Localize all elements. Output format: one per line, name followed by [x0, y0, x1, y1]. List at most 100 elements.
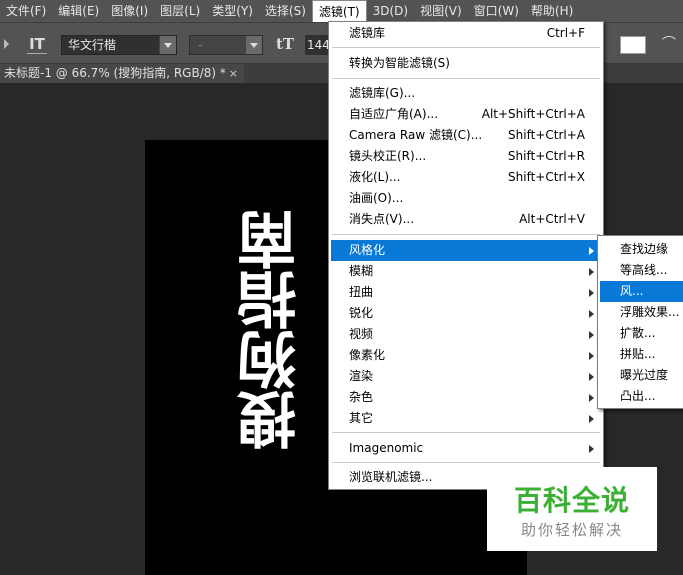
menu-item-shortcut: Shift+Ctrl+X — [508, 170, 585, 184]
menu-view[interactable]: 视图(V) — [414, 0, 468, 22]
submenu-arrow-icon — [589, 310, 594, 318]
stylize-submenu: 查找边缘 等高线... 风... 浮雕效果... 扩散... 拼贴... 曝光过… — [597, 235, 683, 409]
chevron-down-icon[interactable] — [159, 36, 176, 54]
menu-item-filter-gallery[interactable]: 滤镜库(G)... — [331, 83, 601, 104]
menu-3d[interactable]: 3D(D) — [367, 0, 414, 22]
font-family-select[interactable]: 华文行楷 — [61, 35, 177, 55]
menu-bar: 文件(F) 编辑(E) 图像(I) 图层(L) 类型(Y) 选择(S) 滤镜(T… — [0, 0, 683, 22]
menu-file[interactable]: 文件(F) — [0, 0, 52, 22]
menu-image[interactable]: 图像(I) — [105, 0, 154, 22]
submenu-arrow-icon — [589, 331, 594, 339]
menu-separator — [332, 234, 600, 235]
font-family-value: 华文行楷 — [68, 38, 117, 52]
submenu-item-trace-contour[interactable]: 等高线... — [600, 260, 683, 281]
submenu-arrow-icon — [589, 415, 594, 423]
menu-item-oil-paint[interactable]: 油画(O)... — [331, 188, 601, 209]
menu-edit[interactable]: 编辑(E) — [52, 0, 105, 22]
menu-item-other[interactable]: 其它 — [331, 408, 601, 429]
menu-item-stylize[interactable]: 风格化 — [331, 240, 601, 261]
menu-item-label: 锐化 — [349, 306, 374, 320]
menu-item-filter-gallery-last[interactable]: 滤镜库 Ctrl+F — [331, 23, 601, 44]
submenu-item-emboss[interactable]: 浮雕效果... — [600, 302, 683, 323]
menu-item-blur[interactable]: 模糊 — [331, 261, 601, 282]
submenu-arrow-icon — [589, 445, 594, 453]
menu-item-label: 液化(L)... — [349, 170, 401, 184]
menu-item-video[interactable]: 视频 — [331, 324, 601, 345]
menu-item-vanishing-point[interactable]: 消失点(V)... Alt+Ctrl+V — [331, 209, 601, 230]
menu-item-distort[interactable]: 扭曲 — [331, 282, 601, 303]
submenu-item-extrude[interactable]: 凸出... — [600, 386, 683, 407]
submenu-arrow-icon — [589, 289, 594, 297]
text-orientation-icon[interactable]: IT — [27, 34, 47, 54]
menu-item-imagenomic[interactable]: Imagenomic — [331, 438, 601, 459]
chevron-down-icon[interactable] — [245, 36, 262, 54]
font-size-input[interactable]: 144 — [305, 35, 330, 55]
watermark-subtitle: 助你轻松解决 — [520, 521, 623, 539]
menu-item-label: 风格化 — [349, 243, 386, 257]
submenu-arrow-icon — [589, 394, 594, 402]
menu-item-sharpen[interactable]: 锐化 — [331, 303, 601, 324]
close-icon[interactable]: × — [229, 64, 238, 83]
menu-item-shortcut: Ctrl+F — [546, 26, 585, 40]
menu-filter[interactable]: 滤镜(T) — [311, 0, 367, 22]
menu-item-adaptive-wide-angle[interactable]: 自适应广角(A)... Alt+Shift+Ctrl+A — [331, 104, 601, 125]
menu-layer[interactable]: 图层(L) — [154, 0, 206, 22]
menu-item-label: 转换为智能滤镜(S) — [349, 56, 450, 70]
menu-item-label: 模糊 — [349, 264, 374, 278]
menu-item-label: 像素化 — [349, 348, 386, 362]
menu-item-label: 视频 — [349, 327, 374, 341]
menu-item-label: 油画(O)... — [349, 191, 404, 205]
menu-item-label: 消失点(V)... — [349, 212, 415, 226]
menu-item-label: 自适应广角(A)... — [349, 107, 439, 121]
menu-select[interactable]: 选择(S) — [259, 0, 312, 22]
font-style-select[interactable]: - — [189, 35, 263, 55]
submenu-arrow-icon — [589, 268, 594, 276]
menu-item-label: 扭曲 — [349, 285, 374, 299]
watermark-title: 百科全说 — [513, 484, 630, 517]
menu-item-shortcut: Alt+Ctrl+V — [519, 212, 585, 226]
menu-item-label: Camera Raw 滤镜(C)... — [349, 128, 483, 142]
menu-separator — [332, 47, 600, 48]
menu-type[interactable]: 类型(Y) — [206, 0, 259, 22]
menu-help[interactable]: 帮助(H) — [525, 0, 579, 22]
menu-separator — [332, 78, 600, 79]
document-tab[interactable]: 未标题-1 @ 66.7% (搜狗指南, RGB/8) * × — [0, 64, 244, 83]
menu-item-render[interactable]: 渲染 — [331, 366, 601, 387]
font-style-value: - — [198, 38, 203, 52]
submenu-item-tiles[interactable]: 拼贴... — [600, 344, 683, 365]
menu-item-label: 滤镜库(G)... — [349, 86, 416, 100]
document-tab-title: 未标题-1 @ 66.7% (搜狗指南, RGB/8) * — [4, 66, 226, 80]
menu-item-pixelate[interactable]: 像素化 — [331, 345, 601, 366]
canvas-vertical-text: 搜狗指南 — [237, 210, 307, 450]
menu-item-shortcut: Shift+Ctrl+R — [507, 149, 585, 163]
text-color-swatch[interactable] — [620, 36, 646, 54]
menu-item-convert-smart-filter[interactable]: 转换为智能滤镜(S) — [331, 53, 601, 74]
menu-item-label: 滤镜库 — [349, 26, 386, 40]
menu-item-label: 杂色 — [349, 390, 374, 404]
menu-item-shortcut: Alt+Shift+Ctrl+A — [481, 107, 585, 121]
font-size-icon: tT — [276, 35, 295, 53]
submenu-item-diffuse[interactable]: 扩散... — [600, 323, 683, 344]
menu-item-camera-raw[interactable]: Camera Raw 滤镜(C)... Shift+Ctrl+A — [331, 125, 601, 146]
menu-separator — [332, 462, 600, 463]
menu-separator — [332, 432, 600, 433]
submenu-item-solarize[interactable]: 曝光过度 — [600, 365, 683, 386]
menu-item-noise[interactable]: 杂色 — [331, 387, 601, 408]
menu-item-label: Imagenomic — [349, 441, 424, 455]
menu-item-liquify[interactable]: 液化(L)... Shift+Ctrl+X — [331, 167, 601, 188]
menu-window[interactable]: 窗口(W) — [468, 0, 525, 22]
watermark: 百科全说 助你轻松解决 — [487, 467, 657, 551]
warp-text-icon[interactable]: ⌒ — [662, 34, 678, 54]
menu-item-label: 浏览联机滤镜... — [349, 470, 433, 484]
submenu-arrow-icon — [589, 352, 594, 360]
menu-item-label: 渲染 — [349, 369, 374, 383]
submenu-item-find-edges[interactable]: 查找边缘 — [600, 239, 683, 260]
menu-item-label: 其它 — [349, 411, 374, 425]
tool-preset-arrow-icon[interactable] — [4, 39, 9, 49]
submenu-item-wind[interactable]: 风... — [600, 281, 683, 302]
submenu-arrow-icon — [589, 373, 594, 381]
filter-menu: 滤镜库 Ctrl+F 转换为智能滤镜(S) 滤镜库(G)... 自适应广角(A)… — [328, 21, 604, 490]
menu-item-label: 镜头校正(R)... — [349, 149, 427, 163]
menu-item-shortcut: Shift+Ctrl+A — [508, 128, 585, 142]
menu-item-lens-correction[interactable]: 镜头校正(R)... Shift+Ctrl+R — [331, 146, 601, 167]
